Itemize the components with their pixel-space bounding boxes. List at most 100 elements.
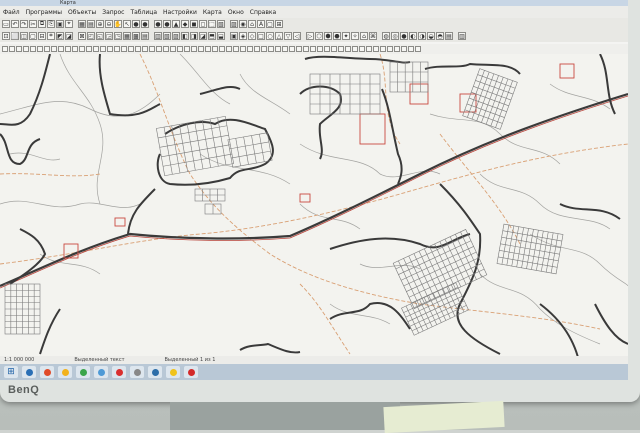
taskbar-app-icon-3[interactable] — [76, 366, 90, 378]
object-tool-button-36[interactable]: ✦ — [342, 32, 350, 40]
ruler-tool-button-36[interactable] — [254, 46, 260, 52]
ruler-tool-button-25[interactable] — [177, 46, 183, 52]
main-tool-button-29[interactable]: ⊞ — [275, 20, 283, 28]
main-tool-button-4[interactable]: ⧉ — [38, 20, 46, 28]
main-tool-button-19[interactable]: ◆ — [181, 20, 189, 28]
ruler-tool-button-50[interactable] — [352, 46, 358, 52]
menu-item-5[interactable]: Настройки — [160, 9, 200, 16]
ruler-tool-button-14[interactable] — [100, 46, 106, 52]
ruler-tool-button-56[interactable] — [394, 46, 400, 52]
object-tool-button-8[interactable]: ⊠ — [78, 32, 86, 40]
object-tool-button-34[interactable]: ⬢ — [324, 32, 332, 40]
main-tool-button-0[interactable]: ▭ — [2, 20, 10, 28]
ruler-tool-button-31[interactable] — [219, 46, 225, 52]
object-tool-button-33[interactable]: ⬡ — [315, 32, 323, 40]
ruler-tool-button-53[interactable] — [373, 46, 379, 52]
main-tool-button-16[interactable]: ● — [154, 20, 162, 28]
menu-item-1[interactable]: Программы — [23, 9, 65, 16]
ruler-tool-button-49[interactable] — [345, 46, 351, 52]
main-tool-button-27[interactable]: A — [257, 20, 265, 28]
ruler-tool-button-16[interactable] — [114, 46, 120, 52]
ruler-tool-button-33[interactable] — [233, 46, 239, 52]
object-tool-button-29[interactable]: △ — [275, 32, 283, 40]
ruler-tool-button-6[interactable] — [44, 46, 50, 52]
taskbar-app-icon-7[interactable] — [148, 366, 162, 378]
ruler-tool-button-15[interactable] — [107, 46, 113, 52]
ruler-tool-button-2[interactable] — [16, 46, 22, 52]
main-tool-button-12[interactable]: ✋ — [114, 20, 122, 28]
object-tool-button-2[interactable]: ◫ — [20, 32, 28, 40]
object-tool-button-44[interactable]: ◑ — [418, 32, 426, 40]
object-tool-button-13[interactable]: ▦ — [123, 32, 131, 40]
object-tool-button-0[interactable]: ⊡ — [2, 32, 10, 40]
object-tool-button-15[interactable]: ▤ — [141, 32, 149, 40]
ruler-tool-button-24[interactable] — [170, 46, 176, 52]
object-tool-button-3[interactable]: ▢ — [29, 32, 37, 40]
ruler-tool-button-42[interactable] — [296, 46, 302, 52]
ruler-tool-button-18[interactable] — [128, 46, 134, 52]
object-tool-button-5[interactable]: ⌗ — [47, 32, 55, 40]
taskbar-app-icon-4[interactable] — [94, 366, 108, 378]
main-tool-button-21[interactable]: ◻ — [199, 20, 207, 28]
ruler-tool-button-51[interactable] — [359, 46, 365, 52]
main-tool-button-2[interactable]: ↷ — [20, 20, 28, 28]
ruler-tool-button-44[interactable] — [310, 46, 316, 52]
object-tool-button-4[interactable]: ⊟ — [38, 32, 46, 40]
object-tool-button-32[interactable]: ▷ — [306, 32, 314, 40]
map-canvas[interactable] — [0, 54, 628, 366]
taskbar-app-icon-6[interactable] — [130, 366, 144, 378]
ruler-tool-button-17[interactable] — [121, 46, 127, 52]
main-tool-button-17[interactable]: ● — [163, 20, 171, 28]
ruler-tool-button-29[interactable] — [205, 46, 211, 52]
object-tool-button-21[interactable]: ◪ — [199, 32, 207, 40]
object-tool-button-28[interactable]: ○ — [266, 32, 274, 40]
main-tool-button-9[interactable]: ▤ — [87, 20, 95, 28]
main-tool-button-8[interactable]: ▦ — [78, 20, 86, 28]
object-tool-button-45[interactable]: ◒ — [427, 32, 435, 40]
main-tool-button-26[interactable]: ⌂ — [248, 20, 256, 28]
object-tool-button-39[interactable]: ⌘ — [369, 32, 377, 40]
ruler-tool-button-55[interactable] — [387, 46, 393, 52]
object-tool-button-35[interactable]: ⬣ — [333, 32, 341, 40]
ruler-tool-button-57[interactable] — [401, 46, 407, 52]
menu-item-2[interactable]: Объекты — [65, 9, 99, 16]
taskbar-app-icon-5[interactable] — [112, 366, 126, 378]
menu-item-3[interactable]: Запрос — [99, 9, 127, 16]
ruler-tool-button-52[interactable] — [366, 46, 372, 52]
main-tool-button-18[interactable]: ▲ — [172, 20, 180, 28]
taskbar-app-icon-8[interactable] — [166, 366, 180, 378]
object-tool-button-46[interactable]: ◓ — [436, 32, 444, 40]
object-tool-button-47[interactable]: ▤ — [445, 32, 453, 40]
menu-item-6[interactable]: Карта — [200, 9, 225, 16]
ruler-tool-button-19[interactable] — [135, 46, 141, 52]
ruler-tool-button-11[interactable] — [79, 46, 85, 52]
ruler-tool-button-8[interactable] — [58, 46, 64, 52]
object-tool-button-48[interactable]: ▥ — [458, 32, 466, 40]
ruler-tool-button-45[interactable] — [317, 46, 323, 52]
main-tool-button-20[interactable]: ◼ — [190, 20, 198, 28]
ruler-tool-button-38[interactable] — [268, 46, 274, 52]
main-tool-button-1[interactable]: ↶ — [11, 20, 19, 28]
object-tool-button-10[interactable]: ◱ — [96, 32, 104, 40]
object-tool-button-11[interactable]: ◲ — [105, 32, 113, 40]
menu-item-0[interactable]: Файл — [0, 9, 23, 16]
ruler-tool-button-58[interactable] — [408, 46, 414, 52]
ruler-tool-button-27[interactable] — [191, 46, 197, 52]
object-tool-button-38[interactable]: ⌂ — [360, 32, 368, 40]
ruler-tool-button-46[interactable] — [324, 46, 330, 52]
ruler-tool-button-5[interactable] — [37, 46, 43, 52]
ruler-tool-button-37[interactable] — [261, 46, 267, 52]
ruler-tool-button-32[interactable] — [226, 46, 232, 52]
ruler-tool-button-40[interactable] — [282, 46, 288, 52]
object-tool-button-7[interactable]: ◪ — [65, 32, 73, 40]
main-tool-button-7[interactable]: ⌖ — [65, 20, 73, 28]
taskbar-app-icon-0[interactable] — [22, 366, 36, 378]
object-tool-button-1[interactable]: ⬜ — [11, 32, 19, 40]
ruler-tool-button-47[interactable] — [331, 46, 337, 52]
main-tool-button-6[interactable]: ▣ — [56, 20, 64, 28]
object-tool-button-17[interactable]: ▧ — [163, 32, 171, 40]
object-tool-button-41[interactable]: ◎ — [391, 32, 399, 40]
object-tool-button-40[interactable]: ◍ — [382, 32, 390, 40]
object-tool-button-24[interactable]: ▣ — [230, 32, 238, 40]
main-tool-button-11[interactable]: ⊖ — [105, 20, 113, 28]
